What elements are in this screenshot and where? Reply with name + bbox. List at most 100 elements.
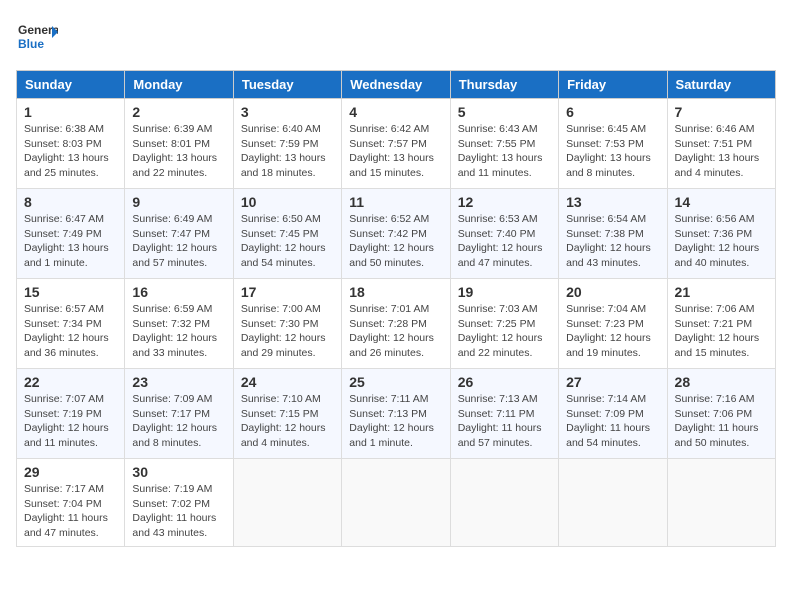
day-content: Sunrise: 7:06 AMSunset: 7:21 PMDaylight:… bbox=[675, 303, 760, 359]
day-content: Sunrise: 7:04 AMSunset: 7:23 PMDaylight:… bbox=[566, 303, 651, 359]
calendar-week-row: 8 Sunrise: 6:47 AMSunset: 7:49 PMDaylight… bbox=[17, 189, 776, 279]
day-number: 1 bbox=[24, 104, 117, 120]
day-content: Sunrise: 7:14 AMSunset: 7:09 PMDaylight:… bbox=[566, 393, 650, 449]
calendar-cell: 1 Sunrise: 6:38 AMSunset: 8:03 PMDaylight… bbox=[17, 99, 125, 189]
day-content: Sunrise: 6:39 AMSunset: 8:01 PMDaylight:… bbox=[132, 123, 217, 179]
calendar-cell: 5 Sunrise: 6:43 AMSunset: 7:55 PMDaylight… bbox=[450, 99, 558, 189]
day-content: Sunrise: 6:54 AMSunset: 7:38 PMDaylight:… bbox=[566, 213, 651, 269]
day-content: Sunrise: 6:46 AMSunset: 7:51 PMDaylight:… bbox=[675, 123, 760, 179]
day-number: 9 bbox=[132, 194, 225, 210]
day-number: 2 bbox=[132, 104, 225, 120]
weekday-header-row: SundayMondayTuesdayWednesdayThursdayFrid… bbox=[17, 71, 776, 99]
day-number: 26 bbox=[458, 374, 551, 390]
calendar-cell: 8 Sunrise: 6:47 AMSunset: 7:49 PMDaylight… bbox=[17, 189, 125, 279]
day-number: 11 bbox=[349, 194, 442, 210]
day-content: Sunrise: 7:16 AMSunset: 7:06 PMDaylight:… bbox=[675, 393, 759, 449]
day-content: Sunrise: 6:53 AMSunset: 7:40 PMDaylight:… bbox=[458, 213, 543, 269]
calendar-cell: 29Sunrise: 7:17 AMSunset: 7:04 PMDayligh… bbox=[17, 459, 125, 547]
calendar-cell: 9 Sunrise: 6:49 AMSunset: 7:47 PMDaylight… bbox=[125, 189, 233, 279]
day-number: 29 bbox=[24, 464, 117, 480]
day-number: 5 bbox=[458, 104, 551, 120]
day-content: Sunrise: 7:00 AMSunset: 7:30 PMDaylight:… bbox=[241, 303, 326, 359]
day-content: Sunrise: 6:43 AMSunset: 7:55 PMDaylight:… bbox=[458, 123, 543, 179]
day-number: 28 bbox=[675, 374, 768, 390]
calendar-cell: 22 Sunrise: 7:07 AMSunset: 7:19 PMDayligh… bbox=[17, 369, 125, 459]
calendar-week-row: 22 Sunrise: 7:07 AMSunset: 7:19 PMDayligh… bbox=[17, 369, 776, 459]
calendar-cell: 21Sunrise: 7:06 AMSunset: 7:21 PMDayligh… bbox=[667, 279, 775, 369]
calendar-cell: 6Sunrise: 6:45 AMSunset: 7:53 PMDaylight… bbox=[559, 99, 667, 189]
weekday-header: Monday bbox=[125, 71, 233, 99]
day-number: 20 bbox=[566, 284, 659, 300]
calendar-cell bbox=[450, 459, 558, 547]
calendar-cell: 18 Sunrise: 7:01 AMSunset: 7:28 PMDayligh… bbox=[342, 279, 450, 369]
day-content: Sunrise: 7:07 AMSunset: 7:19 PMDaylight:… bbox=[24, 393, 109, 449]
calendar-cell: 10Sunrise: 6:50 AMSunset: 7:45 PMDayligh… bbox=[233, 189, 341, 279]
calendar-cell: 24 Sunrise: 7:10 AMSunset: 7:15 PMDayligh… bbox=[233, 369, 341, 459]
calendar-cell: 7 Sunrise: 6:46 AMSunset: 7:51 PMDaylight… bbox=[667, 99, 775, 189]
calendar-cell: 14 Sunrise: 6:56 AMSunset: 7:36 PMDayligh… bbox=[667, 189, 775, 279]
day-content: Sunrise: 7:03 AMSunset: 7:25 PMDaylight:… bbox=[458, 303, 543, 359]
day-number: 22 bbox=[24, 374, 117, 390]
day-number: 23 bbox=[132, 374, 225, 390]
calendar-cell bbox=[342, 459, 450, 547]
weekday-header: Sunday bbox=[17, 71, 125, 99]
calendar-cell bbox=[667, 459, 775, 547]
weekday-header: Tuesday bbox=[233, 71, 341, 99]
calendar-cell: 26 Sunrise: 7:13 AMSunset: 7:11 PMDayligh… bbox=[450, 369, 558, 459]
calendar-cell: 30 Sunrise: 7:19 AMSunset: 7:02 PMDayligh… bbox=[125, 459, 233, 547]
calendar-week-row: 29Sunrise: 7:17 AMSunset: 7:04 PMDayligh… bbox=[17, 459, 776, 547]
day-number: 27 bbox=[566, 374, 659, 390]
day-content: Sunrise: 6:45 AMSunset: 7:53 PMDaylight:… bbox=[566, 123, 651, 179]
day-number: 19 bbox=[458, 284, 551, 300]
day-content: Sunrise: 7:11 AMSunset: 7:13 PMDaylight:… bbox=[349, 393, 434, 449]
day-content: Sunrise: 6:42 AMSunset: 7:57 PMDaylight:… bbox=[349, 123, 434, 179]
day-content: Sunrise: 6:52 AMSunset: 7:42 PMDaylight:… bbox=[349, 213, 434, 269]
day-content: Sunrise: 6:59 AMSunset: 7:32 PMDaylight:… bbox=[132, 303, 217, 359]
day-number: 15 bbox=[24, 284, 117, 300]
day-content: Sunrise: 6:38 AMSunset: 8:03 PMDaylight:… bbox=[24, 123, 109, 179]
day-content: Sunrise: 6:47 AMSunset: 7:49 PMDaylight:… bbox=[24, 213, 109, 269]
day-number: 4 bbox=[349, 104, 442, 120]
calendar-cell: 13 Sunrise: 6:54 AMSunset: 7:38 PMDayligh… bbox=[559, 189, 667, 279]
day-number: 13 bbox=[566, 194, 659, 210]
day-content: Sunrise: 6:40 AMSunset: 7:59 PMDaylight:… bbox=[241, 123, 326, 179]
day-content: Sunrise: 7:01 AMSunset: 7:28 PMDaylight:… bbox=[349, 303, 434, 359]
logo: General Blue bbox=[16, 16, 58, 58]
day-content: Sunrise: 6:49 AMSunset: 7:47 PMDaylight:… bbox=[132, 213, 217, 269]
page-header: General Blue bbox=[16, 16, 776, 58]
day-number: 10 bbox=[241, 194, 334, 210]
calendar-cell: 4 Sunrise: 6:42 AMSunset: 7:57 PMDaylight… bbox=[342, 99, 450, 189]
calendar-cell: 19 Sunrise: 7:03 AMSunset: 7:25 PMDayligh… bbox=[450, 279, 558, 369]
day-content: Sunrise: 7:10 AMSunset: 7:15 PMDaylight:… bbox=[241, 393, 326, 449]
svg-text:Blue: Blue bbox=[18, 37, 44, 51]
day-number: 16 bbox=[132, 284, 225, 300]
day-number: 7 bbox=[675, 104, 768, 120]
day-content: Sunrise: 7:19 AMSunset: 7:02 PMDaylight:… bbox=[132, 483, 216, 539]
day-number: 12 bbox=[458, 194, 551, 210]
calendar-cell: 15Sunrise: 6:57 AMSunset: 7:34 PMDayligh… bbox=[17, 279, 125, 369]
calendar-cell: 27 Sunrise: 7:14 AMSunset: 7:09 PMDayligh… bbox=[559, 369, 667, 459]
day-number: 25 bbox=[349, 374, 442, 390]
calendar-cell: 17Sunrise: 7:00 AMSunset: 7:30 PMDayligh… bbox=[233, 279, 341, 369]
day-number: 8 bbox=[24, 194, 117, 210]
day-number: 24 bbox=[241, 374, 334, 390]
day-content: Sunrise: 7:13 AMSunset: 7:11 PMDaylight:… bbox=[458, 393, 542, 449]
day-number: 18 bbox=[349, 284, 442, 300]
day-number: 30 bbox=[132, 464, 225, 480]
logo-svg: General Blue bbox=[16, 16, 58, 58]
day-number: 14 bbox=[675, 194, 768, 210]
calendar-cell: 25 Sunrise: 7:11 AMSunset: 7:13 PMDayligh… bbox=[342, 369, 450, 459]
weekday-header: Wednesday bbox=[342, 71, 450, 99]
day-content: Sunrise: 6:56 AMSunset: 7:36 PMDaylight:… bbox=[675, 213, 760, 269]
calendar-cell: 28 Sunrise: 7:16 AMSunset: 7:06 PMDayligh… bbox=[667, 369, 775, 459]
day-number: 3 bbox=[241, 104, 334, 120]
calendar-cell: 20 Sunrise: 7:04 AMSunset: 7:23 PMDayligh… bbox=[559, 279, 667, 369]
calendar-week-row: 1 Sunrise: 6:38 AMSunset: 8:03 PMDaylight… bbox=[17, 99, 776, 189]
day-content: Sunrise: 7:09 AMSunset: 7:17 PMDaylight:… bbox=[132, 393, 217, 449]
calendar-cell: 2 Sunrise: 6:39 AMSunset: 8:01 PMDaylight… bbox=[125, 99, 233, 189]
weekday-header: Friday bbox=[559, 71, 667, 99]
calendar-week-row: 15Sunrise: 6:57 AMSunset: 7:34 PMDayligh… bbox=[17, 279, 776, 369]
calendar-cell: 11 Sunrise: 6:52 AMSunset: 7:42 PMDayligh… bbox=[342, 189, 450, 279]
calendar-cell bbox=[233, 459, 341, 547]
weekday-header: Thursday bbox=[450, 71, 558, 99]
